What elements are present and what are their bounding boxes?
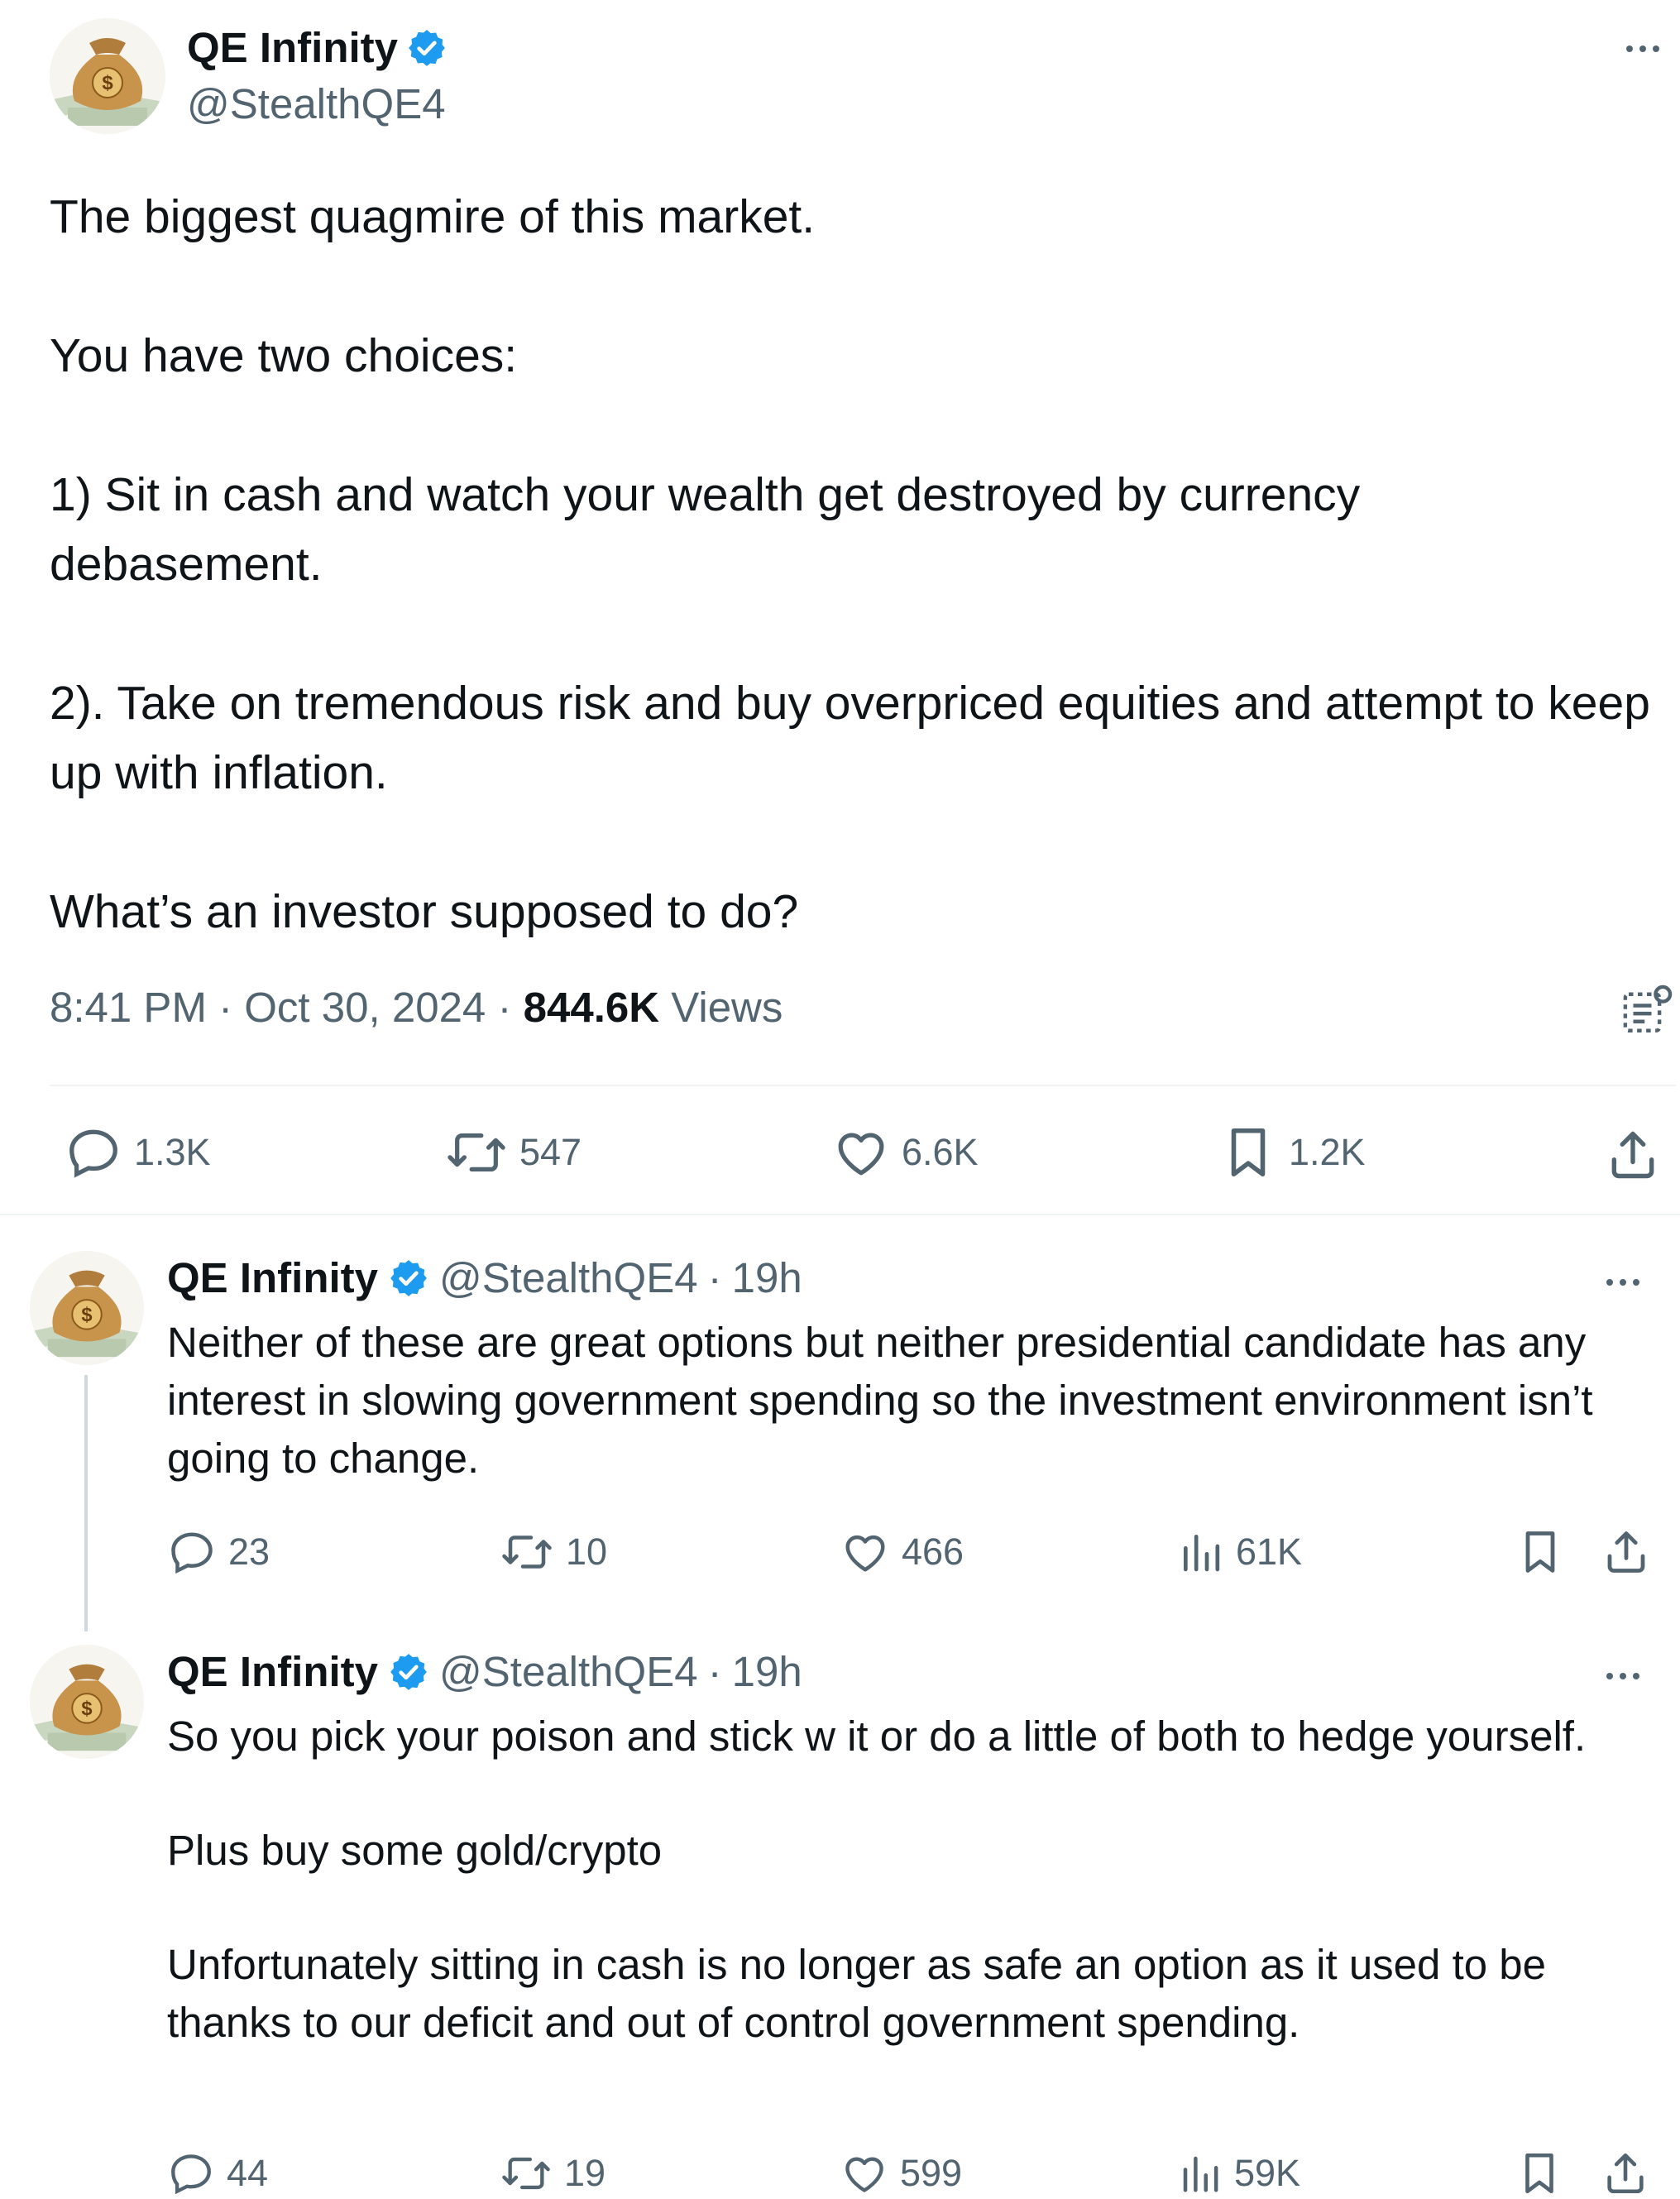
author-name[interactable]: QE Infinity: [167, 1253, 378, 1303]
verified-badge-icon: [390, 1260, 427, 1296]
like-count: 599: [900, 2152, 963, 2194]
like-button[interactable]: 6.6K: [832, 1123, 979, 1181]
reply-count: 23: [228, 1531, 270, 1573]
reply-icon: [171, 2154, 211, 2195]
tweet-paragraph: 2). Take on tremendous risk and buy over…: [50, 677, 1650, 799]
reply-age[interactable]: 19h: [732, 1253, 802, 1303]
repost-icon: [502, 2157, 550, 2190]
svg-text:$: $: [102, 72, 113, 94]
reply-count: 44: [227, 2152, 269, 2194]
reply-body: So you pick your poison and stick w it o…: [167, 1708, 1639, 2052]
bookmark-icon: [1525, 2153, 1553, 2194]
meta-separator: ·: [218, 984, 233, 1031]
thread-line: [84, 1375, 88, 1631]
repost-button[interactable]: 19: [500, 2149, 605, 2197]
reply-age[interactable]: 19h: [732, 1647, 802, 1697]
share-icon: [1611, 1131, 1654, 1179]
tweet-paragraph: You have two choices:: [50, 329, 518, 382]
more-icon[interactable]: [1606, 1279, 1639, 1286]
tweet-body: The biggest quagmire of this market. You…: [50, 182, 1654, 946]
svg-text:$: $: [81, 1698, 92, 1720]
divider: [0, 1214, 1680, 1215]
repost-count: 547: [519, 1131, 582, 1173]
reply-button[interactable]: 1.3K: [65, 1123, 211, 1181]
like-icon: [845, 1535, 885, 1572]
views-label: Views: [671, 984, 783, 1031]
reply-icon: [171, 1532, 213, 1574]
tweet-paragraph: What’s an investor supposed to do?: [50, 885, 799, 938]
repost-icon: [502, 1535, 552, 1569]
more-icon[interactable]: [1626, 46, 1659, 52]
repost-button[interactable]: 547: [445, 1123, 582, 1181]
like-count: 466: [902, 1531, 964, 1573]
repost-button[interactable]: 10: [500, 1527, 607, 1577]
views-button[interactable]: 61K: [1178, 1527, 1302, 1577]
bookmark-icon: [1231, 1128, 1266, 1177]
money-bag-avatar: $: [30, 1251, 144, 1365]
like-button[interactable]: 599: [840, 2149, 962, 2197]
reply-icon: [69, 1129, 117, 1178]
author-handle[interactable]: @StealthQE4: [439, 1647, 698, 1697]
author-handle[interactable]: @StealthQE4: [439, 1253, 698, 1303]
share-button[interactable]: [1601, 1527, 1651, 1577]
repost-count: 10: [566, 1531, 608, 1573]
tweet-meta: 8:41 PM · Oct 30, 2024 · 844.6K Views: [50, 983, 783, 1032]
views-count: 844.6K: [523, 984, 660, 1031]
svg-text:$: $: [81, 1305, 92, 1326]
money-bag-avatar: $: [50, 18, 165, 134]
avatar[interactable]: $: [50, 18, 165, 134]
repost-count: 19: [564, 2152, 606, 2194]
like-icon: [845, 2157, 883, 2192]
tweet-paragraph: The biggest quagmire of this market.: [50, 190, 816, 243]
more-icon[interactable]: [1606, 1673, 1639, 1679]
reply-header: QE Infinity @StealthQE4 · 19h: [167, 1253, 802, 1303]
analytics-icon[interactable]: [1620, 983, 1674, 1042]
reply-header: QE Infinity @StealthQE4 · 19h: [167, 1647, 802, 1697]
like-count: 6.6K: [902, 1131, 979, 1173]
bookmark-icon: [1525, 1531, 1555, 1573]
repost-icon: [448, 1133, 505, 1172]
like-button[interactable]: 466: [840, 1527, 964, 1577]
meta-separator: ·: [707, 1254, 722, 1301]
bookmark-button[interactable]: [1515, 1527, 1565, 1577]
reply-button[interactable]: 23: [167, 1527, 270, 1577]
share-button[interactable]: [1605, 1127, 1661, 1183]
avatar[interactable]: $: [30, 1645, 144, 1759]
author-name[interactable]: QE Infinity: [187, 23, 398, 73]
bookmark-count: 1.2K: [1289, 1131, 1366, 1173]
bookmark-button[interactable]: 1.2K: [1219, 1123, 1366, 1181]
share-icon: [1607, 2153, 1644, 2194]
views-icon: [1183, 2156, 1218, 2192]
reply-button[interactable]: 44: [167, 2149, 268, 2197]
reply-paragraph: So you pick your poison and stick w it o…: [167, 1713, 1587, 1760]
views-button[interactable]: 59K: [1178, 2149, 1300, 2197]
verified-badge-icon: [390, 1654, 427, 1690]
divider: [50, 1085, 1676, 1086]
share-icon: [1607, 1531, 1645, 1573]
author-handle[interactable]: @StealthQE4: [187, 79, 446, 129]
bookmark-button[interactable]: [1515, 2149, 1563, 2197]
author-name[interactable]: QE Infinity: [167, 1647, 378, 1697]
tweet-time[interactable]: 8:41 PM: [50, 984, 207, 1031]
views-count: 59K: [1234, 2152, 1301, 2194]
avatar[interactable]: $: [30, 1251, 144, 1365]
share-button[interactable]: [1601, 2149, 1649, 2197]
tweet-paragraph: 1) Sit in cash and watch your wealth get…: [50, 468, 1361, 591]
verified-badge-icon: [409, 30, 445, 66]
tweet-date[interactable]: Oct 30, 2024: [244, 984, 486, 1031]
reply-body: Neither of these are great options but n…: [167, 1314, 1648, 1488]
meta-separator: ·: [707, 1648, 722, 1695]
views-icon: [1184, 1535, 1220, 1572]
reply-count: 1.3K: [134, 1131, 211, 1173]
like-icon: [838, 1133, 884, 1176]
views-count: 61K: [1236, 1531, 1303, 1573]
reply-paragraph: Plus buy some gold/crypto: [167, 1827, 663, 1874]
reply-paragraph: Neither of these are great options but n…: [167, 1319, 1593, 1482]
reply-paragraph: Unfortunately sitting in cash is no long…: [167, 1941, 1547, 2046]
money-bag-avatar: $: [30, 1645, 144, 1759]
meta-separator: ·: [497, 984, 512, 1031]
